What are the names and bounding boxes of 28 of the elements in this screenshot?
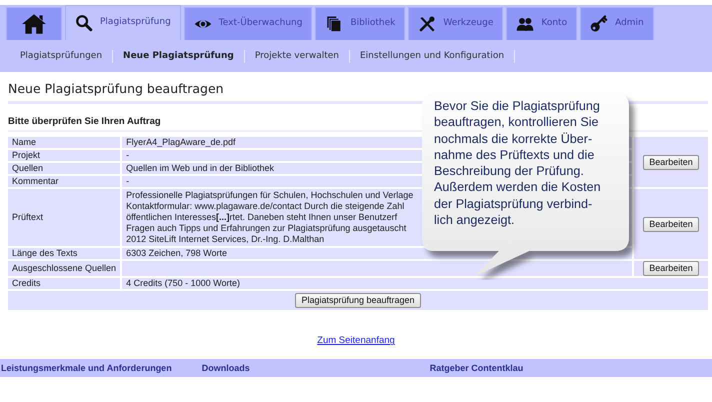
footer-link[interactable]: Downloads [202,362,250,376]
table-cell: Länge des Texts [8,248,120,260]
documents-icon [325,15,344,33]
tools-icon [418,15,436,33]
footer-link[interactable]: Ratgeber Contentklau [430,362,524,376]
edit-button[interactable]: Bearbeiten [643,261,699,276]
submit-button[interactable]: Plagiatsprüfung beauftragen [295,293,421,308]
subnav-link[interactable]: Projekte verwalten [244,50,350,62]
nav-tab[interactable] [6,7,62,40]
table-cell: Ausgeschlossene Quellen [8,261,120,276]
table-cell: Projekt [8,150,120,162]
edit-button[interactable]: Bearbeiten [643,154,699,170]
table-cell: Prüftext [8,189,120,246]
subnav-link[interactable]: Einstellungen und Konfiguration [350,50,516,62]
table-cell: Quellen [8,163,120,174]
table-cell: Kommentar [8,176,120,188]
table-cell: Credits [8,278,120,290]
edit-button[interactable]: Bearbeiten [643,216,699,232]
search-icon [75,14,93,32]
footer-link[interactable]: Leistungsmerkmale und Anforderungen [1,362,172,376]
back-to-top-link[interactable]: Zum Seitenanfang [317,334,395,348]
subnav-link[interactable]: Neue Plagiatsprüfung [113,50,245,62]
nav-tab[interactable]: Plagiatsprüfung [65,5,181,40]
table-cell: 4 Credits (750 - 1000 Worte) [122,278,708,290]
users-icon [516,15,534,33]
key-icon [590,15,608,33]
subnav-link[interactable]: Plagiatsprüfungen [14,50,114,62]
table-cell: Name [8,137,120,148]
